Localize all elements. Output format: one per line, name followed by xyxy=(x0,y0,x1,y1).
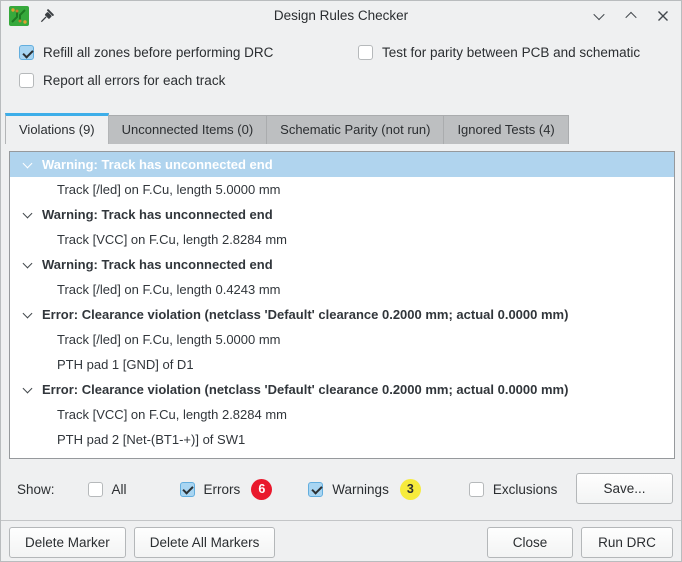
save-button[interactable]: Save... xyxy=(576,473,673,504)
close-button[interactable]: Close xyxy=(487,527,573,558)
violation-detail-row[interactable]: Track [/led] on F.Cu, length 0.4243 mm xyxy=(10,277,674,302)
violation-header-row[interactable]: Warning: Track has unconnected end xyxy=(10,152,674,177)
warnings-count-badge: 3 xyxy=(400,479,421,500)
tab-ignored-tests[interactable]: Ignored Tests (4) xyxy=(444,115,568,144)
window-title: Design Rules Checker xyxy=(1,1,681,31)
violations-list[interactable]: Warning: Track has unconnected end Track… xyxy=(9,151,675,459)
tab-schematic-parity[interactable]: Schematic Parity (not run) xyxy=(267,115,444,144)
chevron-down-icon[interactable] xyxy=(23,158,33,168)
filter-errors[interactable]: Errors 6 xyxy=(180,479,273,500)
violation-detail: Track [/led] on F.Cu, length 5.0000 mm xyxy=(57,332,281,347)
violation-title: Error: Clearance violation (netclass 'De… xyxy=(42,382,568,397)
errors-count-badge: 6 xyxy=(251,479,272,500)
run-drc-button[interactable]: Run DRC xyxy=(581,527,673,558)
violation-detail-row[interactable]: PTH pad 1 [GND] of D1 xyxy=(10,352,674,377)
parity-test-checkbox[interactable] xyxy=(358,45,373,60)
show-label: Show: xyxy=(17,482,55,497)
filter-warnings[interactable]: Warnings 3 xyxy=(308,479,421,500)
violation-header-row[interactable]: Error: Clearance violation (netclass 'De… xyxy=(10,377,674,402)
violation-detail-row[interactable]: Track [/led] on F.Cu, length 5.0000 mm xyxy=(10,327,674,352)
violation-detail-row[interactable]: Track [VCC] on F.Cu, length 2.8284 mm xyxy=(10,402,674,427)
close-icon[interactable] xyxy=(655,8,671,24)
minimize-chevron-down-icon[interactable] xyxy=(591,8,607,24)
violation-header-row[interactable]: Warning: Track has unconnected end xyxy=(10,202,674,227)
violation-detail: Track [/led] on F.Cu, length 0.4243 mm xyxy=(57,282,281,297)
refill-zones-label: Refill all zones before performing DRC xyxy=(43,45,273,60)
violation-detail-row[interactable]: Track [/led] on F.Cu, length 5.0000 mm xyxy=(10,177,674,202)
filter-exclusions[interactable]: Exclusions xyxy=(469,482,558,497)
violation-header-row[interactable]: Error: Clearance violation (netclass 'De… xyxy=(10,302,674,327)
violation-header-row-clipped[interactable]: Error: Clearance violation (netclass 'De… xyxy=(10,452,674,459)
all-label: All xyxy=(112,482,127,497)
maximize-chevron-up-icon[interactable] xyxy=(623,8,639,24)
violation-detail-row[interactable]: Track [VCC] on F.Cu, length 2.8284 mm xyxy=(10,227,674,252)
violation-detail: PTH pad 1 [GND] of D1 xyxy=(57,357,194,372)
delete-all-markers-button[interactable]: Delete All Markers xyxy=(134,527,276,558)
errors-checkbox[interactable] xyxy=(180,482,195,497)
chevron-down-icon[interactable] xyxy=(23,258,33,268)
filter-bar: Show: All Errors 6 Warnings 3 Exclusions xyxy=(17,473,557,505)
report-all-errors-checkbox[interactable] xyxy=(19,73,34,88)
filter-all[interactable]: All xyxy=(88,482,127,497)
parity-test-label: Test for parity between PCB and schemati… xyxy=(382,45,640,60)
delete-marker-button[interactable]: Delete Marker xyxy=(9,527,126,558)
violation-detail: Track [VCC] on F.Cu, length 2.8284 mm xyxy=(57,232,287,247)
report-all-errors-label: Report all errors for each track xyxy=(43,73,225,88)
parity-test-option[interactable]: Test for parity between PCB and schemati… xyxy=(358,45,640,60)
violation-detail: PTH pad 2 [Net-(BT1-+)] of SW1 xyxy=(57,432,245,447)
violation-title: Warning: Track has unconnected end xyxy=(42,157,273,172)
titlebar: Design Rules Checker xyxy=(1,1,681,31)
refill-zones-checkbox[interactable] xyxy=(19,45,34,60)
tab-violations[interactable]: Violations (9) xyxy=(5,113,109,144)
violation-title: Error: Clearance violation (netclass 'De… xyxy=(24,457,550,459)
chevron-down-icon[interactable] xyxy=(23,208,33,218)
warnings-label: Warnings xyxy=(332,482,389,497)
errors-label: Errors xyxy=(204,482,241,497)
exclusions-label: Exclusions xyxy=(493,482,558,497)
exclusions-checkbox[interactable] xyxy=(469,482,484,497)
report-all-errors-option[interactable]: Report all errors for each track xyxy=(19,73,225,88)
violation-title: Warning: Track has unconnected end xyxy=(42,257,273,272)
violation-header-row[interactable]: Warning: Track has unconnected end xyxy=(10,252,674,277)
violation-detail: Track [VCC] on F.Cu, length 2.8284 mm xyxy=(57,407,287,422)
chevron-down-icon[interactable] xyxy=(23,383,33,393)
violation-title: Error: Clearance violation (netclass 'De… xyxy=(42,307,568,322)
violation-title: Warning: Track has unconnected end xyxy=(42,207,273,222)
tab-unconnected-items[interactable]: Unconnected Items (0) xyxy=(109,115,268,144)
drc-dialog: Design Rules Checker Refill all zones be… xyxy=(0,0,682,562)
warnings-checkbox[interactable] xyxy=(308,482,323,497)
chevron-down-icon[interactable] xyxy=(23,308,33,318)
violation-detail: Track [/led] on F.Cu, length 5.0000 mm xyxy=(57,182,281,197)
tab-bar: Violations (9) Unconnected Items (0) Sch… xyxy=(5,113,569,144)
violation-detail-row[interactable]: PTH pad 2 [Net-(BT1-+)] of SW1 xyxy=(10,427,674,452)
refill-zones-option[interactable]: Refill all zones before performing DRC xyxy=(19,45,273,60)
all-checkbox[interactable] xyxy=(88,482,103,497)
bottom-separator xyxy=(1,520,681,521)
